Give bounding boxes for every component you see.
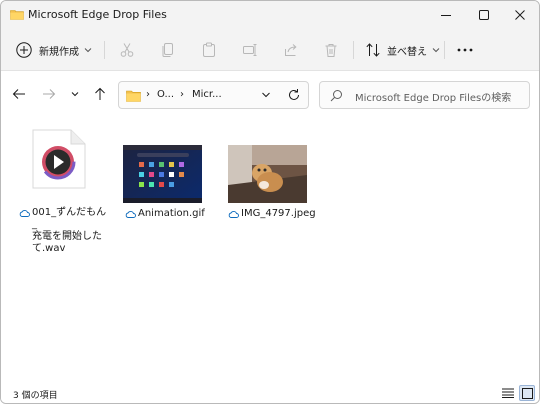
status-bar: 3 個の項目 bbox=[1, 381, 539, 403]
sort-icon bbox=[366, 43, 380, 57]
new-button[interactable]: 新規作成 bbox=[15, 38, 92, 62]
jpeg-thumbnail bbox=[228, 145, 307, 203]
chevron-down-icon[interactable] bbox=[261, 90, 271, 100]
search-box[interactable]: Microsoft Edge Drop Filesの検索 bbox=[319, 81, 530, 109]
file-explorer-window: Microsoft Edge Drop Files 新規作成 並べ替え › O.… bbox=[0, 0, 540, 404]
audio-file-icon bbox=[32, 129, 86, 189]
file-name-line: て.wav bbox=[32, 243, 66, 254]
list-view-icon bbox=[502, 388, 514, 398]
rename-button[interactable] bbox=[242, 38, 258, 62]
chevron-down-icon bbox=[84, 48, 92, 53]
breadcrumb-chevron-icon: › bbox=[180, 89, 184, 100]
file-name: Animation.gif bbox=[138, 208, 205, 219]
share-button[interactable] bbox=[283, 38, 299, 62]
file-item[interactable]: IMG_4797.jpeg bbox=[223, 127, 317, 227]
chevron-down-icon bbox=[432, 48, 440, 53]
trash-icon bbox=[325, 44, 337, 57]
more-icon bbox=[457, 48, 473, 52]
cloud-icon bbox=[19, 210, 30, 217]
breadcrumb-item[interactable]: Micr... bbox=[192, 89, 222, 100]
arrow-up-icon bbox=[95, 87, 105, 100]
folder-icon bbox=[10, 10, 24, 20]
delete-button[interactable] bbox=[323, 38, 339, 62]
new-label: 新規作成 bbox=[39, 46, 79, 58]
paste-icon bbox=[203, 42, 215, 57]
cloud-icon bbox=[125, 211, 136, 218]
tile-view-icon bbox=[521, 387, 533, 399]
window-title: Microsoft Edge Drop Files bbox=[28, 8, 167, 21]
refresh-icon[interactable] bbox=[287, 88, 301, 102]
file-name: 001_ずんだもん_ 充電を開始した て.wav bbox=[32, 207, 109, 255]
maximize-button[interactable] bbox=[465, 1, 503, 29]
address-row: › O... › Micr... Microsoft Edge Drop Fil… bbox=[1, 71, 539, 119]
back-button[interactable] bbox=[9, 84, 29, 104]
rename-icon bbox=[243, 44, 257, 56]
file-item[interactable]: 001_ずんだもん_ 充電を開始した て.wav bbox=[15, 127, 109, 257]
arrow-left-icon bbox=[12, 89, 25, 99]
command-bar: 新規作成 並べ替え bbox=[1, 29, 539, 71]
cloud-icon bbox=[228, 211, 239, 218]
toolbar-divider bbox=[104, 41, 105, 59]
recent-locations-button[interactable] bbox=[65, 84, 85, 104]
sort-button[interactable]: 並べ替え bbox=[365, 38, 440, 62]
folder-icon bbox=[126, 90, 141, 102]
toolbar-divider bbox=[444, 41, 445, 59]
cut-button[interactable] bbox=[119, 38, 135, 62]
file-list: 001_ずんだもん_ 充電を開始した て.wav Animation.gif I… bbox=[1, 119, 539, 381]
title-bar: Microsoft Edge Drop Files bbox=[1, 1, 539, 29]
sort-label: 並べ替え bbox=[387, 46, 427, 58]
forward-button[interactable] bbox=[39, 84, 59, 104]
file-item[interactable]: Animation.gif bbox=[118, 127, 212, 227]
large-icons-view-button[interactable] bbox=[519, 385, 535, 401]
file-name-line: 充電を開始した bbox=[32, 231, 102, 242]
breadcrumb-item[interactable]: O... bbox=[157, 89, 174, 100]
chevron-down-icon bbox=[71, 92, 79, 97]
gif-thumbnail bbox=[123, 145, 202, 203]
file-name: IMG_4797.jpeg bbox=[241, 208, 316, 219]
arrow-right-icon bbox=[43, 89, 56, 99]
copy-button[interactable] bbox=[160, 38, 176, 62]
paste-button[interactable] bbox=[201, 38, 217, 62]
new-plus-icon bbox=[16, 42, 32, 58]
search-icon bbox=[330, 90, 342, 102]
file-name-line: 001_ずんだもん_ bbox=[32, 207, 107, 230]
share-icon bbox=[285, 44, 297, 56]
maximize-icon bbox=[479, 10, 489, 20]
item-count: 3 個の項目 bbox=[13, 391, 58, 401]
copy-icon bbox=[162, 43, 173, 57]
search-input[interactable]: Microsoft Edge Drop Filesの検索 bbox=[355, 89, 511, 104]
address-bar[interactable]: › O... › Micr... bbox=[118, 81, 309, 109]
close-icon bbox=[515, 10, 525, 20]
breadcrumb-chevron-icon: › bbox=[146, 89, 150, 100]
up-button[interactable] bbox=[90, 84, 110, 104]
minimize-icon bbox=[441, 15, 451, 16]
minimize-button[interactable] bbox=[427, 1, 465, 29]
toolbar-divider bbox=[353, 41, 354, 59]
close-button[interactable] bbox=[501, 1, 539, 29]
more-options-button[interactable] bbox=[456, 38, 474, 62]
details-view-button[interactable] bbox=[500, 385, 516, 401]
cut-icon bbox=[120, 43, 134, 57]
